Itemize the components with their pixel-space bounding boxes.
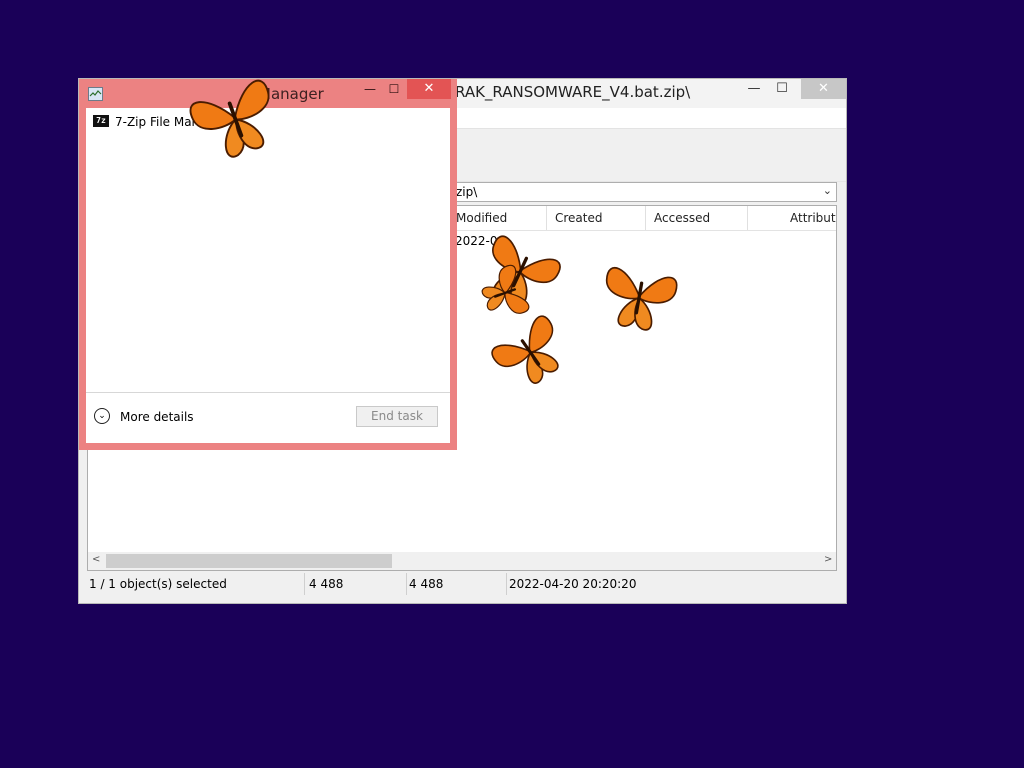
tm-maximize-button[interactable]: ☐: [381, 79, 407, 99]
end-task-button[interactable]: End task: [356, 406, 438, 427]
zip-maximize-button[interactable]: ☐: [767, 79, 797, 99]
scrollbar-thumb[interactable]: [106, 554, 392, 568]
status-modified: 2022-04-20 20:20:20: [509, 577, 637, 591]
butterfly-icon: [189, 79, 270, 158]
column-separator[interactable]: [645, 206, 646, 230]
tm-close-button[interactable]: ✕: [407, 79, 451, 99]
tm-minimize-button[interactable]: —: [357, 79, 383, 99]
zip-close-button[interactable]: ✕: [801, 79, 846, 99]
status-size: 4 488: [307, 573, 407, 595]
column-header-attributes[interactable]: Attribute: [790, 211, 836, 225]
task-manager-icon: [88, 87, 103, 101]
zip-window-title: RAK_RANSOMWARE_V4.bat.zip\: [455, 83, 691, 101]
horizontal-scrollbar[interactable]: < >: [88, 552, 836, 570]
scroll-left-icon[interactable]: <: [92, 554, 100, 565]
butterfly-icon: [605, 267, 678, 331]
scroll-right-icon[interactable]: >: [824, 554, 832, 565]
status-packed-size: 4 488: [407, 573, 507, 595]
butterfly-icon: [481, 264, 530, 314]
column-header-accessed[interactable]: Accessed: [654, 211, 710, 225]
zip-minimize-button[interactable]: —: [739, 79, 769, 99]
seven-zip-icon: 7z: [93, 115, 109, 127]
zip-status-bar: 1 / 1 object(s) selected 4 488 4 488 202…: [87, 573, 837, 595]
zip-address-text: zip\: [456, 185, 478, 199]
chevron-down-circle-icon[interactable]: ⌄: [94, 408, 110, 424]
column-separator[interactable]: [747, 206, 748, 230]
status-selected: 1 / 1 object(s) selected: [87, 573, 305, 595]
chevron-down-icon[interactable]: ⌄: [823, 184, 832, 197]
more-details-label[interactable]: More details: [120, 410, 194, 424]
